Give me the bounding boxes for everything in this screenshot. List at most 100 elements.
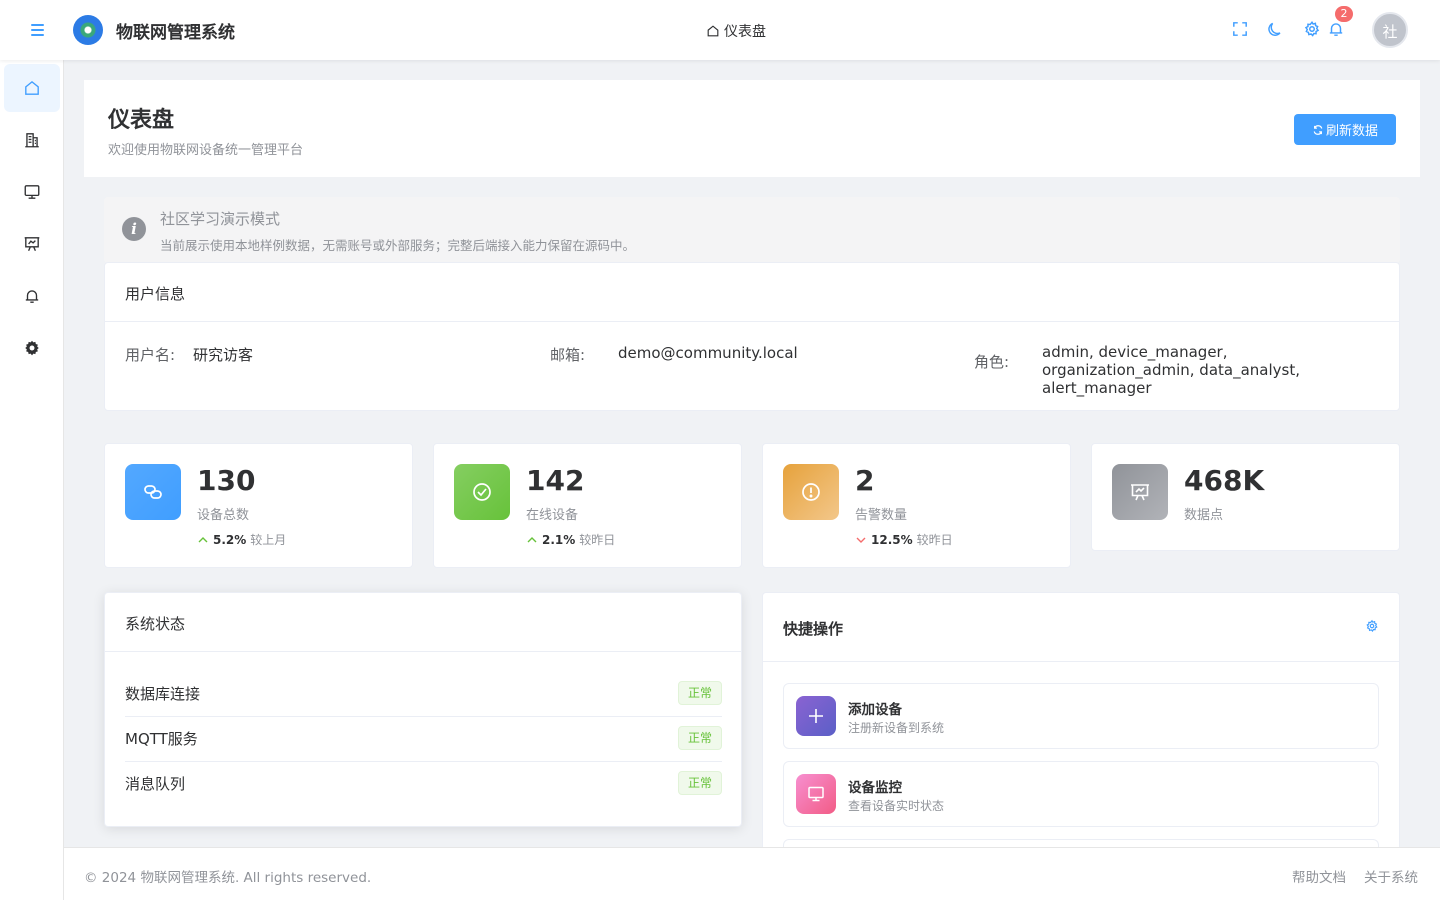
stat-label: 数据点 <box>1184 508 1224 523</box>
breadcrumb-current: 仪表盘 <box>724 24 766 40</box>
user-info-title: 用户信息 <box>125 285 186 303</box>
quick-action-desc: 查看设备实时状态 <box>848 799 945 813</box>
stat-trend: 2.1% 较昨日 <box>526 531 615 548</box>
stat-trend: 5.2% 较上月 <box>197 531 286 548</box>
stat-icon-box <box>783 464 839 520</box>
monitor-icon <box>808 786 824 802</box>
data-board-icon <box>1131 484 1149 501</box>
qa-icon-box <box>796 774 836 814</box>
demo-mode-notice: i 社区学习演示模式 当前展示使用本地样例数据，无需账号或外部服务；完整后端接入… <box>104 197 1400 263</box>
stat-label: 在线设备 <box>526 508 579 523</box>
stat-icon-box <box>125 464 181 520</box>
page-subtitle: 欢迎使用物联网设备统一管理平台 <box>108 143 304 158</box>
refresh-data-button[interactable]: 刷新数据 <box>1294 114 1396 145</box>
username-value: 研究访客 <box>193 346 254 364</box>
trend-compare: 较昨日 <box>916 533 953 547</box>
sidebar-item-dashboard[interactable] <box>4 64 60 112</box>
app-logo <box>73 15 103 45</box>
link-icon <box>144 485 162 499</box>
help-docs-link[interactable]: 帮助文档 <box>1292 866 1346 886</box>
stat-value: 468K <box>1184 464 1265 497</box>
monitor-icon <box>24 185 40 199</box>
stat-icon-box <box>1112 464 1168 520</box>
stat-value: 142 <box>526 464 585 497</box>
breadcrumb: 仪表盘 <box>706 21 766 41</box>
service-name: 消息队列 <box>125 775 186 793</box>
stat-card-online-devices: 142 在线设备 2.1% 较昨日 <box>433 443 742 568</box>
bell-icon <box>25 290 39 303</box>
page-header: 仪表盘 欢迎使用物联网设备统一管理平台 刷新数据 <box>84 80 1420 177</box>
trend-compare: 较昨日 <box>579 533 616 547</box>
stat-card-total-devices: 130 设备总数 5.2% 较上月 <box>104 443 413 568</box>
footer: © 2024 物联网管理系统. All rights reserved. 帮助文… <box>64 847 1440 900</box>
quick-action-add-device[interactable]: 添加设备 注册新设备到系统 <box>783 683 1379 749</box>
sidebar-item-organization[interactable] <box>4 116 60 164</box>
stat-label: 设备总数 <box>197 508 250 523</box>
quick-action-name: 设备监控 <box>848 780 902 796</box>
stat-label: 告警数量 <box>855 508 908 523</box>
sidebar <box>0 60 64 900</box>
email-label: 邮箱: <box>550 346 586 364</box>
notification-badge: 2 <box>1335 6 1353 22</box>
fullscreen-icon[interactable] <box>1231 20 1249 38</box>
avatar[interactable]: 社 <box>1372 12 1408 48</box>
sidebar-item-settings[interactable] <box>4 324 60 372</box>
quick-action-desc: 注册新设备到系统 <box>848 721 945 735</box>
bell-icon[interactable] <box>1327 20 1345 38</box>
moon-icon[interactable] <box>1267 20 1285 38</box>
quick-action-partial[interactable] <box>783 839 1379 847</box>
gear-icon[interactable] <box>1303 20 1321 38</box>
sidebar-item-devices[interactable] <box>4 168 60 216</box>
system-status-title: 系统状态 <box>125 615 186 633</box>
quick-action-device-monitor[interactable]: 设备监控 查看设备实时状态 <box>783 761 1379 827</box>
divider <box>105 321 1399 322</box>
building-icon <box>25 133 39 148</box>
trend-percent: 2.1% <box>542 532 576 547</box>
status-badge: 正常 <box>677 726 722 750</box>
divider <box>105 651 741 652</box>
sidebar-item-data[interactable] <box>4 220 60 268</box>
about-system-link[interactable]: 关于系统 <box>1364 866 1418 886</box>
qa-icon-box <box>796 696 836 736</box>
menu-toggle-button[interactable] <box>28 20 48 40</box>
check-circle-icon <box>473 483 491 501</box>
service-name: 数据库连接 <box>125 685 201 703</box>
home-icon <box>25 80 39 95</box>
status-badge: 正常 <box>677 681 722 705</box>
list-item: 数据库连接 正常 <box>125 672 722 717</box>
copyright: © 2024 物联网管理系统. All rights reserved. <box>84 870 372 886</box>
system-status-card: 系统状态 数据库连接 正常 MQTT服务 正常 消息队列 正常 <box>104 592 742 827</box>
quick-action-name: 添加设备 <box>848 702 902 718</box>
top-header: 物联网管理系统 仪表盘 2 社 <box>0 0 1440 60</box>
trend-percent: 12.5% <box>871 532 913 547</box>
gear-icon[interactable] <box>1365 619 1379 633</box>
stat-value: 130 <box>197 464 256 497</box>
username-label: 用户名: <box>125 346 176 364</box>
divider <box>763 661 1399 662</box>
info-icon: i <box>122 217 146 241</box>
plus-icon <box>809 709 823 723</box>
stat-card-data-points: 468K 数据点 <box>1091 443 1400 551</box>
arrow-up-icon <box>527 536 537 542</box>
roles-value: admin, device_manager, organization_admi… <box>1042 343 1300 397</box>
gear-icon <box>25 340 39 356</box>
list-item: MQTT服务 正常 <box>125 717 722 762</box>
service-name: MQTT服务 <box>125 730 198 748</box>
list-item: 消息队列 正常 <box>125 762 722 807</box>
arrow-up-icon <box>198 536 208 542</box>
home-icon <box>707 25 719 37</box>
refresh-label: 刷新数据 <box>1325 124 1378 139</box>
stat-card-alerts: 2 告警数量 12.5% 较昨日 <box>762 443 1071 568</box>
notice-title: 社区学习演示模式 <box>160 210 281 228</box>
warning-circle-icon <box>802 483 820 501</box>
notice-description: 当前展示使用本地样例数据，无需账号或外部服务；完整后端接入能力保留在源码中。 <box>160 238 636 253</box>
sidebar-item-alerts[interactable] <box>4 272 60 320</box>
page-title: 仪表盘 <box>108 108 175 133</box>
role-label: 角色: <box>974 353 1010 371</box>
quick-actions-card: 快捷操作 添加设备 注册新设备到系统 设备监控 查看设备实时状态 <box>762 592 1400 847</box>
arrow-down-icon <box>856 537 866 543</box>
trend-percent: 5.2% <box>213 532 247 547</box>
refresh-icon <box>1313 124 1323 135</box>
trend-compare: 较上月 <box>250 533 287 547</box>
user-info-card: 用户信息 用户名: 研究访客 邮箱: demo@community.local … <box>104 262 1400 411</box>
